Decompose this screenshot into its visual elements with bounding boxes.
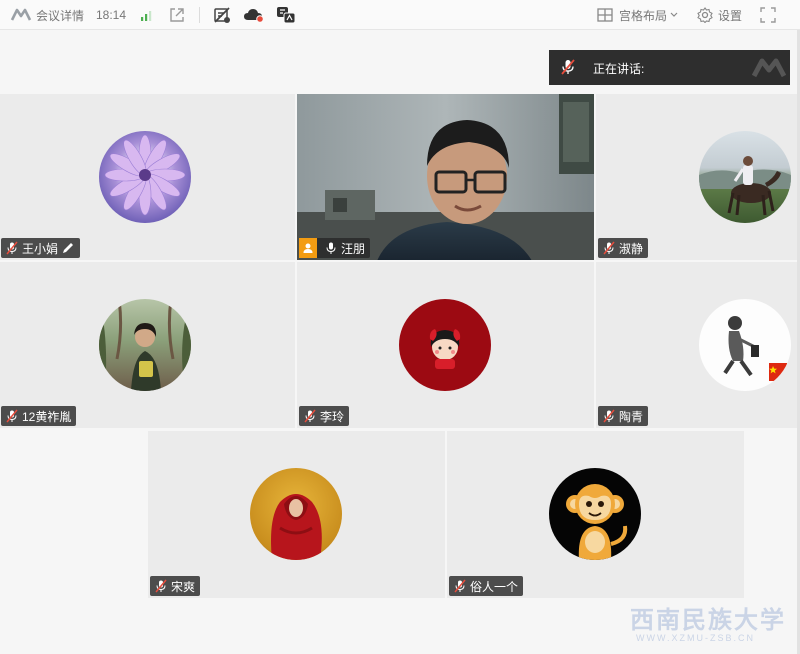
settings-label: 设置	[718, 8, 743, 23]
live-video-feed	[297, 94, 594, 260]
participant-name: 汪朋	[341, 241, 366, 256]
meeting-toolbar: 会议详情 18:14 宫格布局 设置	[0, 0, 800, 30]
participant-tile[interactable]: 宋爽	[148, 431, 445, 598]
mic-muted-icon	[155, 579, 167, 593]
speaking-label: 正在讲话:	[593, 62, 645, 76]
participant-nametag: 陶青	[598, 406, 649, 426]
participant-name: 淑静	[619, 241, 644, 256]
mic-muted-icon	[454, 579, 466, 593]
participant-tile[interactable]: 陶青	[596, 262, 800, 428]
mic-muted-icon	[603, 409, 615, 423]
toolbar-divider	[199, 7, 200, 23]
share-link-icon[interactable]	[169, 0, 185, 30]
participant-nametag: 王小娟	[1, 238, 81, 258]
grid-layout-label: 宫格布局	[619, 8, 668, 23]
avatar	[99, 299, 191, 391]
gear-icon	[697, 7, 713, 23]
participant-nametag: 宋爽	[150, 576, 201, 596]
avatar	[699, 131, 791, 223]
participant-nametag: 淑静	[598, 238, 649, 258]
participant-tile[interactable]: 王小娟	[0, 94, 295, 260]
cloud-record-icon[interactable]	[243, 0, 265, 30]
avatar	[549, 468, 641, 560]
mic-muted-icon	[559, 58, 577, 79]
no-recording-icon[interactable]	[213, 0, 231, 30]
participant-tile[interactable]: 俗人一个	[447, 431, 744, 598]
participant-name: 王小娟	[22, 241, 59, 256]
avatar	[250, 468, 342, 560]
participant-name: 俗人一个	[470, 579, 519, 594]
pen-icon	[63, 243, 74, 253]
grid-layout-icon	[597, 8, 613, 22]
chevron-down-icon	[670, 12, 678, 18]
tencent-meeting-watermark-icon	[751, 56, 787, 81]
settings-button[interactable]: 设置	[697, 0, 742, 30]
mic-muted-icon	[603, 241, 615, 255]
interpretation-icon[interactable]	[276, 0, 296, 30]
speaking-indicator: 正在讲话:	[549, 50, 790, 85]
mic-muted-icon	[6, 241, 18, 255]
participant-name: 12黄祚胤	[22, 409, 72, 424]
participant-tile[interactable]: 12黄祚胤	[0, 262, 295, 428]
mic-muted-icon	[6, 409, 18, 423]
participant-name: 宋爽	[171, 579, 196, 594]
avatar	[399, 299, 491, 391]
site-watermark-url: WWW.XZMU-ZSB.CN	[636, 633, 755, 643]
participant-name: 陶青	[619, 409, 644, 424]
participant-nametag: 俗人一个	[449, 576, 524, 596]
host-icon	[299, 238, 317, 258]
participant-nametag: 李玲	[299, 406, 350, 426]
meeting-details-button[interactable]: 会议详情	[10, 0, 84, 30]
participant-nametag: 汪朋	[299, 238, 371, 258]
site-watermark: 西南民族大学	[630, 605, 786, 634]
meeting-details-label: 会议详情	[36, 8, 85, 23]
participant-name: 李玲	[320, 409, 345, 424]
avatar	[699, 299, 791, 391]
meeting-time: 18:14	[96, 8, 127, 22]
fullscreen-icon[interactable]	[760, 0, 776, 30]
participant-tile[interactable]: 淑静	[596, 94, 800, 260]
mic-on-icon	[326, 242, 336, 254]
mic-muted-icon	[304, 409, 316, 423]
avatar	[99, 131, 191, 223]
tencent-meeting-logo-icon	[10, 8, 32, 22]
participant-tile-video[interactable]: 汪朋	[297, 94, 594, 260]
grid-layout-button[interactable]: 宫格布局	[597, 0, 678, 30]
participant-tile[interactable]: 李玲	[297, 262, 594, 428]
signal-strength-icon[interactable]	[140, 0, 154, 30]
participant-nametag: 12黄祚胤	[1, 406, 77, 426]
